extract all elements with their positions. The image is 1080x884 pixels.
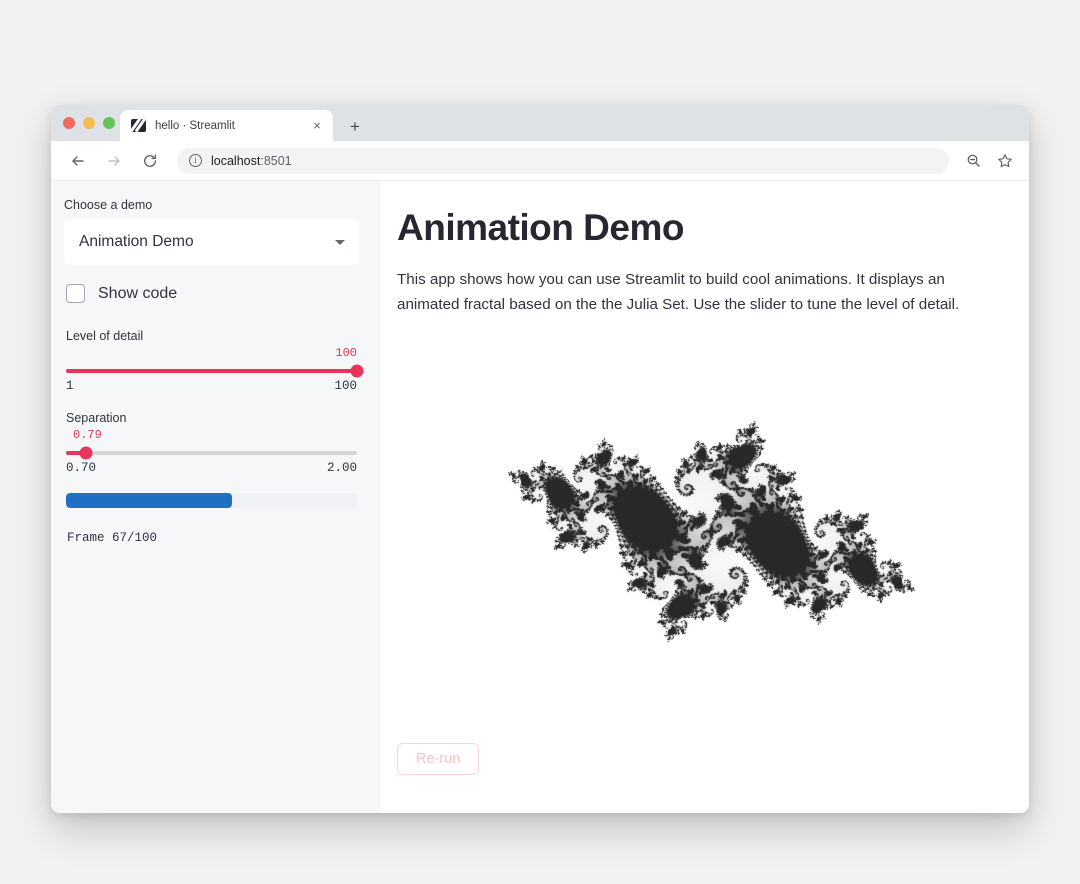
frame-status-text: Frame 67/100 [67,531,158,545]
url-port: :8501 [260,153,292,168]
slider-thumb[interactable] [350,364,364,378]
slider-max-label: 100 [334,379,357,393]
close-window-button[interactable] [63,117,75,129]
back-icon[interactable] [65,148,91,174]
demo-select[interactable]: Animation Demo [64,219,359,265]
slider-title: Level of detail [66,329,144,343]
reload-icon[interactable] [137,148,163,174]
rerun-button[interactable]: Re-run [397,743,480,775]
frame-progress-fill [66,493,232,508]
url-host: localhost [211,153,261,168]
chevron-down-icon[interactable] [335,239,345,245]
slider-max-label: 2.00 [326,461,357,475]
browser-window: hello · Streamlit × + i localhost:8501 C… [51,105,1029,813]
site-info-icon[interactable]: i [189,154,202,167]
level-of-detail-slider-block: Level of detail 100 1 100 [64,329,364,393]
sidebar: Choose a demo Animation Demo Show code L… [51,181,381,813]
demo-select-value: Animation Demo [79,233,194,250]
streamlit-logo-icon [131,119,146,132]
slider-thumb[interactable] [79,446,93,460]
separation-slider[interactable] [66,446,357,460]
slider-min-label: 0.70 [66,461,97,475]
address-bar[interactable]: i localhost:8501 [177,147,949,174]
page-title: Animation Demo [397,207,684,248]
streamlit-app: Choose a demo Animation Demo Show code L… [51,181,1029,813]
browser-toolbar: i localhost:8501 [51,141,1029,181]
show-code-checkbox[interactable] [66,284,85,303]
level-of-detail-slider[interactable] [66,364,364,378]
main-content: Animation Demo This app shows how you ca… [381,181,1029,813]
maximize-window-button[interactable] [103,117,115,129]
select-label: Choose a demo [64,198,153,212]
minimize-window-button[interactable] [83,117,95,129]
slider-range: 0.70 2.00 [66,461,357,475]
browser-tab[interactable]: hello · Streamlit × [120,110,333,141]
separation-slider-block: Separation 0.79 0.70 2.00 [64,411,359,475]
new-tab-icon[interactable]: + [343,114,367,138]
window-traffic-lights [63,117,115,129]
show-code-checkbox-row[interactable]: Show code [64,284,359,303]
slider-current-value: 100 [335,346,357,360]
toolbar-right-icons [963,151,1015,171]
slider-title: Separation [66,411,127,425]
frame-progress-bar [66,493,357,508]
bookmark-star-icon[interactable] [995,151,1015,171]
close-icon[interactable]: × [309,118,325,134]
url-text: localhost:8501 [211,154,292,168]
julia-set-fractal [491,366,931,696]
slider-current-value: 0.79 [73,428,102,442]
fractal-canvas [491,366,931,696]
tab-title: hello · Streamlit [155,119,235,132]
slider-fill [66,369,357,373]
forward-icon[interactable] [101,148,127,174]
slider-range: 1 100 [66,379,357,393]
show-code-label: Show code [98,284,178,302]
browser-tab-strip: hello · Streamlit × + [51,105,1029,141]
page-description: This app shows how you can use Streamlit… [397,271,960,313]
zoom-icon[interactable] [963,151,983,171]
slider-min-label: 1 [66,379,74,393]
